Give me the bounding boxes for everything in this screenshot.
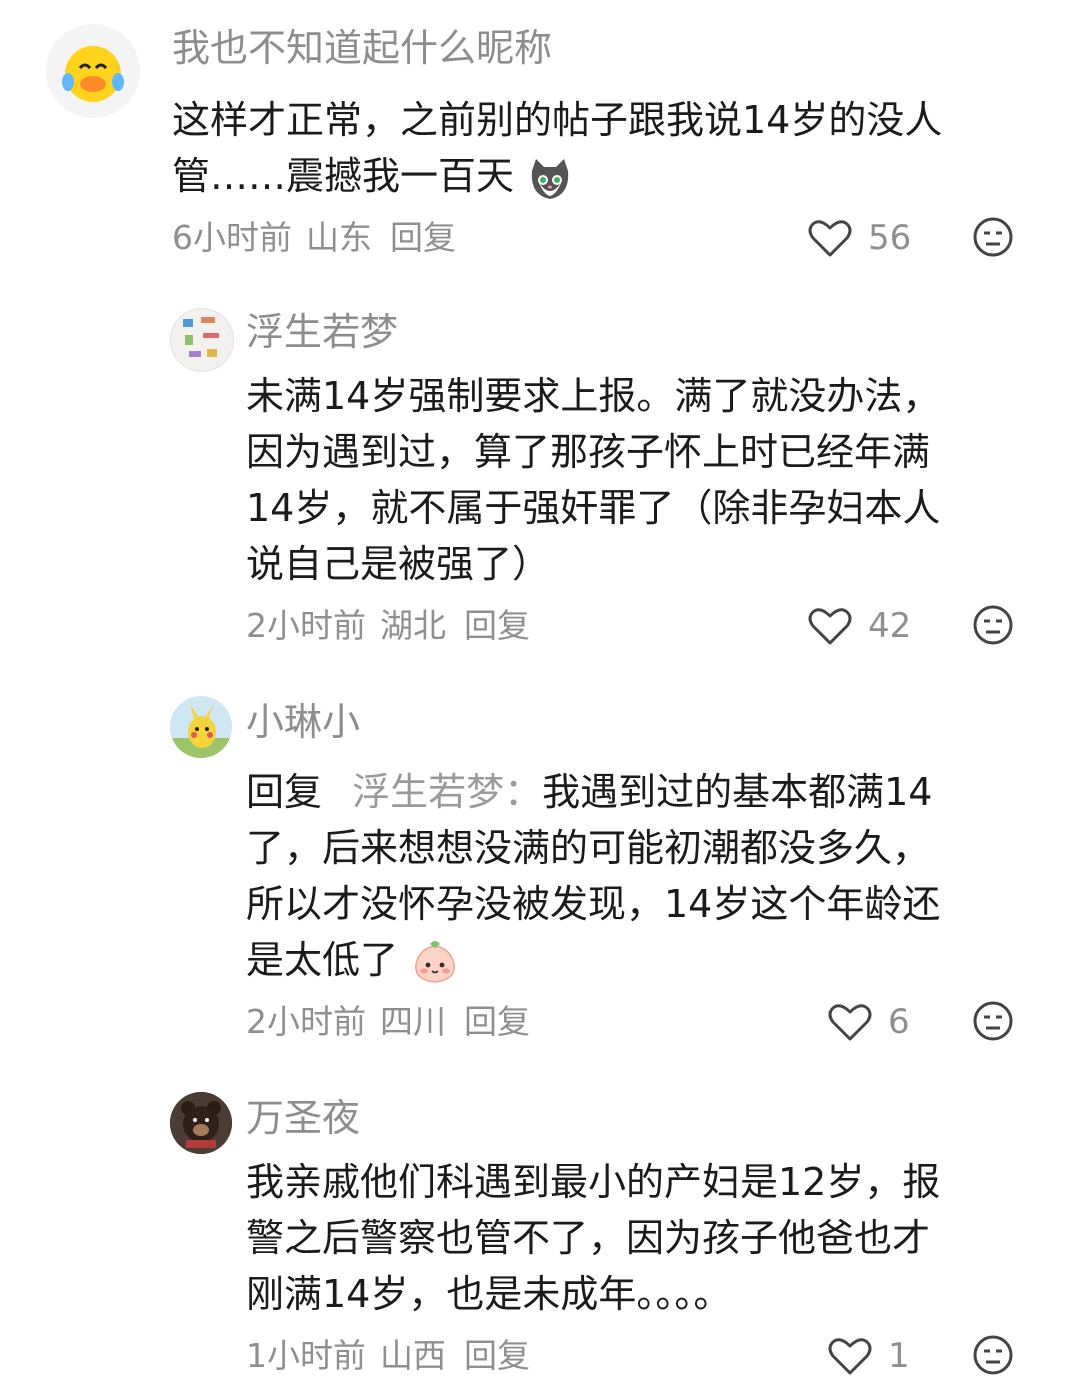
- comment-time: 2小时前: [246, 1002, 366, 1041]
- heart-icon: [808, 608, 852, 645]
- comment-text-line: 管……震撼我一百天: [172, 148, 1032, 204]
- avatar[interactable]: [170, 1092, 232, 1154]
- comment-time: 6小时前: [172, 218, 292, 257]
- reply-button[interactable]: 回复: [464, 1336, 530, 1375]
- dislike-face-icon[interactable]: [972, 1334, 1014, 1376]
- comment-item: 小琳小 回复 浮生若梦：我遇到过的基本都满14 了，后来想想没满的可能初潮都没多…: [0, 688, 1079, 1068]
- comment-text-line: 所以才没怀孕没被发现，14岁这个年龄还: [246, 882, 941, 926]
- reply-button[interactable]: 回复: [464, 1002, 530, 1041]
- comment-text-line: 是太低了: [246, 932, 1036, 988]
- reply-prefix: 回复: [246, 770, 323, 814]
- laughing-duck-icon: [46, 24, 140, 118]
- avatar[interactable]: [170, 308, 234, 372]
- comment-text-line: 刚满14岁，也是未成年。。。。: [246, 1272, 732, 1316]
- heart-icon: [828, 1338, 872, 1375]
- comment-text-line: 这样才正常，之前别的帖子跟我说14岁的没人: [172, 98, 943, 142]
- comment-text-line: 因为遇到过，算了那孩子怀上时已经年满: [246, 430, 931, 474]
- comment-time: 1小时前: [246, 1336, 366, 1375]
- heart-icon: [808, 220, 852, 257]
- comment-text-line: 了，后来想想没满的可能初潮都没多久，: [246, 826, 931, 870]
- dislike-face-icon[interactable]: [972, 1000, 1014, 1042]
- like-count: 42: [868, 606, 912, 646]
- comment-meta: 6小时前 山东 回复: [172, 218, 470, 258]
- comment-text-line: 说自己是被强了）: [246, 542, 551, 586]
- comment-nickname[interactable]: 万圣夜: [246, 1096, 360, 1140]
- dislike-face-icon[interactable]: [972, 216, 1014, 258]
- comment-text: 我亲戚他们科遇到最小的产妇是12岁，报 警之后警察也管不了，因为孩子他爸也才 刚…: [246, 1154, 1036, 1322]
- like-button[interactable]: 1: [828, 1334, 910, 1378]
- comment-location: 湖北: [380, 606, 446, 645]
- comment-meta: 2小时前 四川 回复: [246, 1002, 544, 1042]
- like-button[interactable]: 6: [828, 1000, 910, 1044]
- comment-text: 未满14岁强制要求上报。满了就没办法， 因为遇到过，算了那孩子怀上时已经年满 1…: [246, 368, 1036, 592]
- like-count: 1: [888, 1336, 910, 1376]
- avatar[interactable]: [46, 24, 140, 118]
- comment-time: 2小时前: [246, 606, 366, 645]
- comment-item: 万圣夜 我亲戚他们科遇到最小的产妇是12岁，报 警之后警察也管不了，因为孩子他爸…: [0, 1082, 1079, 1395]
- comment-item: 浮生若梦 未满14岁强制要求上报。满了就没办法， 因为遇到过，算了那孩子怀上时已…: [0, 290, 1079, 670]
- comment-text-line-content: 我遇到过的基本都满14: [542, 770, 933, 814]
- comment-text-line: 14岁，就不属于强奸罪了（除非孕妇本人: [246, 486, 941, 530]
- like-count: 6: [888, 1002, 910, 1042]
- comment-nickname[interactable]: 小琳小: [246, 700, 360, 744]
- peach-face-emoji-icon: [415, 940, 455, 983]
- comment-text-line: 未满14岁强制要求上报。满了就没办法，: [246, 374, 941, 418]
- like-button[interactable]: 56: [808, 216, 911, 260]
- comment-location: 四川: [380, 1002, 446, 1041]
- comment-meta: 1小时前 山西 回复: [246, 1336, 544, 1376]
- like-count: 56: [868, 218, 912, 258]
- comment-text: 这样才正常，之前别的帖子跟我说14岁的没人 管……震撼我一百天: [172, 92, 1032, 204]
- comment-text-line: 警之后警察也管不了，因为孩子他爸也才: [246, 1216, 931, 1260]
- comment-location: 山西: [380, 1336, 446, 1375]
- comment-text-line-content: 管……震撼我一百天: [172, 154, 515, 198]
- reply-to-user[interactable]: 浮生若梦：: [352, 770, 542, 814]
- comment-text-line: 我亲戚他们科遇到最小的产妇是12岁，报: [246, 1160, 941, 1204]
- pikachu-avatar-icon: [170, 696, 232, 758]
- comment-text-line: 回复 浮生若梦：我遇到过的基本都满14: [246, 764, 1036, 820]
- heart-icon: [828, 1004, 872, 1041]
- like-button[interactable]: 42: [808, 604, 911, 648]
- comment-nickname[interactable]: 我也不知道起什么昵称: [172, 26, 552, 70]
- cat-emoji-icon: [531, 158, 569, 199]
- comment-meta: 2小时前 湖北 回复: [246, 606, 544, 646]
- comment-item: 我也不知道起什么昵称 这样才正常，之前别的帖子跟我说14岁的没人 管……震撼我一…: [0, 0, 1079, 280]
- avatar[interactable]: [170, 696, 232, 758]
- sticker-collage-icon: [183, 317, 219, 357]
- bear-avatar-icon: [170, 1092, 232, 1154]
- comment-location: 山东: [306, 218, 372, 257]
- dislike-face-icon[interactable]: [972, 604, 1014, 646]
- comment-text-line-content: 是太低了: [246, 938, 399, 982]
- comment-text: 回复 浮生若梦：我遇到过的基本都满14 了，后来想想没满的可能初潮都没多久， 所…: [246, 764, 1036, 988]
- reply-button[interactable]: 回复: [390, 218, 456, 257]
- comment-nickname[interactable]: 浮生若梦: [246, 310, 398, 354]
- reply-button[interactable]: 回复: [464, 606, 530, 645]
